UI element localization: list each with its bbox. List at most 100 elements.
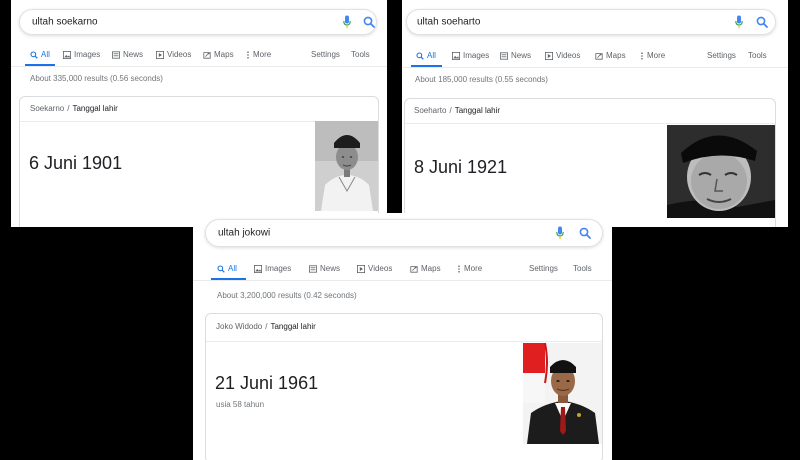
breadcrumb-entity[interactable]: Soeharto xyxy=(414,106,446,115)
tools-link[interactable]: Tools xyxy=(573,264,592,273)
search-icon xyxy=(217,264,225,273)
portrait-photo[interactable] xyxy=(667,125,775,218)
tab-maps[interactable]: Maps xyxy=(203,50,234,59)
portrait-photo[interactable] xyxy=(523,343,602,444)
tab-maps-label: Maps xyxy=(214,50,234,59)
tabs-divider xyxy=(402,67,788,68)
search-box[interactable]: ultah jokowi xyxy=(205,219,603,247)
news-icon xyxy=(500,51,508,60)
search-panel-jokowi: ultah jokowi All Images News Videos Maps… xyxy=(193,213,612,460)
search-panel-soekarno: ultah soekarno All Images News Videos Ma… xyxy=(11,0,387,227)
search-icon[interactable] xyxy=(363,16,375,28)
tab-more-label: More xyxy=(464,264,483,273)
settings-link[interactable]: Settings xyxy=(707,51,736,60)
tab-videos-label: Videos xyxy=(167,50,192,59)
tab-maps-label: Maps xyxy=(421,264,441,273)
breadcrumb-entity[interactable]: Soekarno xyxy=(30,104,64,113)
breadcrumb: Soekarno / Tanggal lahir xyxy=(30,104,118,113)
answer-text: 21 Juni 1961 xyxy=(215,373,319,393)
tab-all-label: All xyxy=(427,51,436,60)
tab-images[interactable]: Images xyxy=(63,50,100,59)
videos-icon xyxy=(357,264,365,273)
maps-icon xyxy=(595,52,603,60)
tab-images[interactable]: Images xyxy=(452,51,489,60)
answer-card: Soekarno / Tanggal lahir 6 Juni 1901 xyxy=(19,96,379,227)
search-input[interactable]: ultah jokowi xyxy=(218,228,270,239)
tab-maps-label: Maps xyxy=(606,51,626,60)
images-icon xyxy=(63,50,71,59)
tab-maps[interactable]: Maps xyxy=(410,264,441,273)
tab-more-label: More xyxy=(647,51,666,60)
answer-text: 6 Juni 1901 xyxy=(29,153,123,173)
result-stats: About 335,000 results (0.56 seconds) xyxy=(30,74,163,83)
news-icon xyxy=(309,264,317,273)
images-icon xyxy=(254,264,262,273)
tab-videos-label: Videos xyxy=(556,51,581,60)
tab-images-label: Images xyxy=(265,264,292,273)
tab-more[interactable]: More xyxy=(457,264,482,273)
tab-news[interactable]: News xyxy=(112,50,143,59)
tab-news-label: News xyxy=(123,50,144,59)
tab-news-label: News xyxy=(511,51,532,60)
search-icon[interactable] xyxy=(756,16,768,28)
search-tabs: All Images News Videos Maps More Setting… xyxy=(193,264,612,276)
age-text: usia 58 tahun xyxy=(216,400,265,409)
mic-icon[interactable] xyxy=(556,226,564,240)
tab-more[interactable]: More xyxy=(246,50,271,59)
tab-images[interactable]: Images xyxy=(254,264,291,273)
breadcrumb-attribute: Tanggal lahir xyxy=(270,322,316,331)
breadcrumb-separator: / xyxy=(67,104,70,113)
tab-maps[interactable]: Maps xyxy=(595,51,626,60)
search-tabs: All Images News Videos Maps More Setting… xyxy=(402,51,788,63)
tab-images-label: Images xyxy=(74,50,101,59)
mic-icon[interactable] xyxy=(735,15,743,29)
search-icon xyxy=(416,51,424,60)
breadcrumb-attribute: Tanggal lahir xyxy=(72,104,118,113)
more-icon xyxy=(458,264,460,273)
more-icon xyxy=(247,50,249,59)
tab-all[interactable]: All xyxy=(30,50,50,59)
tab-news[interactable]: News xyxy=(500,51,531,60)
answer-text: 8 Juni 1921 xyxy=(414,157,508,177)
search-box[interactable]: ultah soeharto xyxy=(406,9,776,35)
tools-link[interactable]: Tools xyxy=(351,50,370,59)
search-input[interactable]: ultah soekarno xyxy=(32,17,98,28)
mic-icon[interactable] xyxy=(343,15,351,29)
search-input[interactable]: ultah soeharto xyxy=(417,17,480,28)
result-stats: About 3,200,000 results (0.42 seconds) xyxy=(217,291,357,300)
tab-videos[interactable]: Videos xyxy=(156,50,191,59)
search-icon[interactable] xyxy=(579,227,591,239)
settings-link[interactable]: Settings xyxy=(311,50,340,59)
card-divider xyxy=(206,341,602,342)
search-box[interactable]: ultah soekarno xyxy=(19,9,377,35)
tab-all[interactable]: All xyxy=(217,264,237,273)
result-stats: About 185,000 results (0.55 seconds) xyxy=(415,75,548,84)
tab-videos[interactable]: Videos xyxy=(357,264,392,273)
videos-icon xyxy=(156,50,164,59)
answer-card: Joko Widodo / Tanggal lahir 21 Juni 1961 u… xyxy=(205,313,603,460)
tab-videos[interactable]: Videos xyxy=(545,51,580,60)
search-tabs: All Images News Videos Maps More Setting… xyxy=(11,50,387,62)
tabs-divider xyxy=(193,280,612,281)
tab-images-label: Images xyxy=(463,51,490,60)
settings-link[interactable]: Settings xyxy=(529,264,558,273)
tab-all-label: All xyxy=(228,264,237,273)
tabs-divider xyxy=(11,66,387,67)
more-icon xyxy=(641,51,643,60)
tab-news-label: News xyxy=(320,264,341,273)
breadcrumb-attribute: Tanggal lahir xyxy=(454,106,501,115)
breadcrumb: Joko Widodo / Tanggal lahir xyxy=(216,322,316,331)
images-icon xyxy=(452,51,460,60)
tab-more[interactable]: More xyxy=(640,51,665,60)
maps-icon xyxy=(203,51,211,59)
breadcrumb-separator: / xyxy=(449,106,452,115)
tools-link[interactable]: Tools xyxy=(748,51,767,60)
portrait-photo[interactable] xyxy=(315,121,378,211)
tab-news[interactable]: News xyxy=(309,264,340,273)
breadcrumb: Soeharto / Tanggal lahir xyxy=(414,106,500,115)
tab-all[interactable]: All xyxy=(416,51,436,60)
search-icon xyxy=(30,50,38,59)
videos-icon xyxy=(545,51,553,60)
breadcrumb-entity[interactable]: Joko Widodo xyxy=(216,322,262,331)
news-icon xyxy=(112,50,120,59)
